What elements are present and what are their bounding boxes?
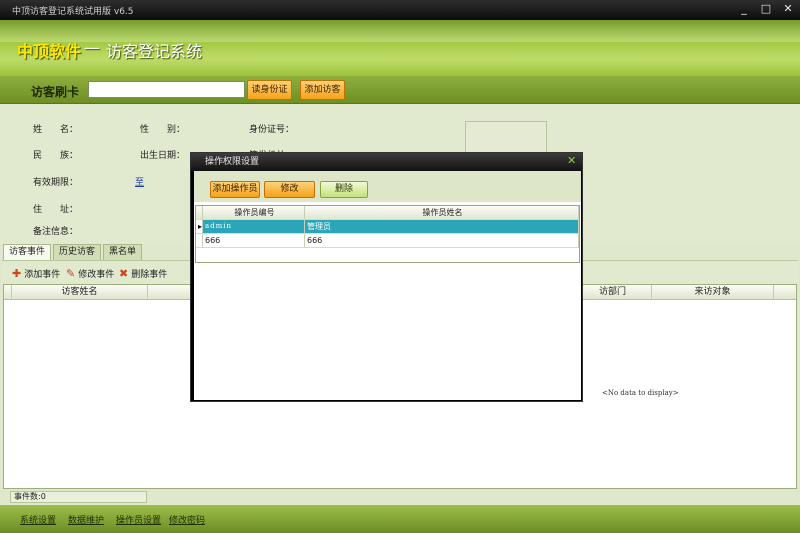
table-row[interactable]: ▸ admin 管理员 <box>196 220 579 234</box>
edit-event-label: 修改事件 <box>78 270 115 280</box>
minimize-icon[interactable]: _ <box>738 2 750 16</box>
operator-name-cell: 666 <box>305 234 579 248</box>
read-id-button[interactable]: 读身份证 <box>247 80 292 100</box>
event-count: 事件数:0 <box>10 491 147 503</box>
row-indicator-header <box>4 285 12 300</box>
gender-label: 性 别： <box>140 125 186 135</box>
add-visitor-button[interactable]: 添加访客 <box>300 80 345 100</box>
app-banner: 中顶软件 — 访客登记系统 <box>0 20 800 76</box>
validity-to-link[interactable]: 至 <box>135 175 144 188</box>
close-icon[interactable]: ✕ <box>782 2 794 16</box>
tab-visitor-events[interactable]: 访客事件 <box>3 244 52 260</box>
address-label: 住 址： <box>33 205 79 215</box>
row-pointer-icon: ▸ <box>196 220 203 234</box>
edit-event-button[interactable]: ✎ 修改事件 <box>66 267 114 280</box>
window-title: 中顶访客登记系统试用版 v6.5 <box>12 7 134 17</box>
row-indicator-header <box>196 206 203 220</box>
data-maintenance-link[interactable]: 数据维护 <box>68 513 104 526</box>
add-event-label: 添加事件 <box>24 270 61 280</box>
card-label: 访客刷卡 <box>31 85 80 99</box>
operator-grid[interactable]: 操作员编号 操作员姓名 ▸ admin 管理员 666 666 <box>195 205 580 263</box>
name-label: 姓 名： <box>33 125 79 135</box>
birth-label: 出生日期： <box>140 151 186 161</box>
remark-label: 备注信息： <box>33 227 79 237</box>
delete-icon: ✖ <box>119 267 129 280</box>
row-indicator <box>196 234 203 248</box>
change-password-link[interactable]: 修改密码 <box>169 513 205 526</box>
maximize-icon[interactable]: □ <box>760 2 772 16</box>
delete-operator-button[interactable]: 删除 <box>320 181 368 198</box>
operator-id-cell: 666 <box>203 234 305 248</box>
delete-event-label: 删除事件 <box>131 270 168 280</box>
col-department[interactable]: 访部门 <box>574 285 652 300</box>
tab-strip: 访客事件 历史访客 黑名单 <box>3 244 143 260</box>
operator-id-cell: admin <box>203 220 305 234</box>
operator-permission-dialog: 操作权限设置 ✕ 添加操作员 修改 删除 操作员编号 操作员姓名 ▸ admin… <box>190 152 583 402</box>
col-visitor-name[interactable]: 访客姓名 <box>12 285 148 300</box>
edit-operator-button[interactable]: 修改 <box>264 181 315 198</box>
delete-event-button[interactable]: ✖ 删除事件 <box>119 267 167 280</box>
col-operator-name[interactable]: 操作员姓名 <box>305 206 579 220</box>
operator-settings-link[interactable]: 操作员设置 <box>116 513 161 526</box>
col-operator-id[interactable]: 操作员编号 <box>203 206 305 220</box>
system-settings-link[interactable]: 系统设置 <box>20 513 56 526</box>
operator-grid-header: 操作员编号 操作员姓名 <box>196 206 579 220</box>
dialog-title-bar: 操作权限设置 <box>191 153 582 171</box>
brand-name: 中顶软件 <box>17 42 82 61</box>
card-input[interactable] <box>88 81 245 98</box>
col-visit-target[interactable]: 来访对象 <box>652 285 774 300</box>
dialog-body: 添加操作员 修改 删除 操作员编号 操作员姓名 ▸ admin 管理员 666 … <box>194 171 581 400</box>
bottom-bar: 系统设置 数据维护 操作员设置 修改密码 <box>0 505 800 533</box>
dialog-title: 操作权限设置 <box>205 157 260 167</box>
add-event-button[interactable]: ✚ 添加事件 <box>12 267 60 280</box>
brand-separator: — <box>84 38 100 57</box>
dialog-toolbar: 添加操作员 修改 删除 <box>194 171 581 202</box>
empty-message: <No data to display> <box>602 389 679 397</box>
validity-label: 有效期限： <box>33 178 79 188</box>
title-bar: 中顶访客登记系统试用版 v6.5 _ □ ✕ <box>0 0 800 20</box>
dialog-close-icon[interactable]: ✕ <box>567 155 577 166</box>
tab-history[interactable]: 历史访客 <box>53 244 102 260</box>
table-row[interactable]: 666 666 <box>196 234 579 248</box>
tab-blacklist[interactable]: 黑名单 <box>103 244 143 260</box>
plus-icon: ✚ <box>12 267 22 280</box>
add-operator-button[interactable]: 添加操作员 <box>210 181 260 198</box>
ethnic-label: 民 族： <box>33 151 79 161</box>
operator-name-cell: 管理员 <box>305 220 579 234</box>
brand-subtitle: 访客登记系统 <box>106 42 203 61</box>
window-controls: _ □ ✕ <box>738 2 794 16</box>
id-number-label: 身份证号： <box>249 125 295 135</box>
edit-icon: ✎ <box>66 267 76 280</box>
